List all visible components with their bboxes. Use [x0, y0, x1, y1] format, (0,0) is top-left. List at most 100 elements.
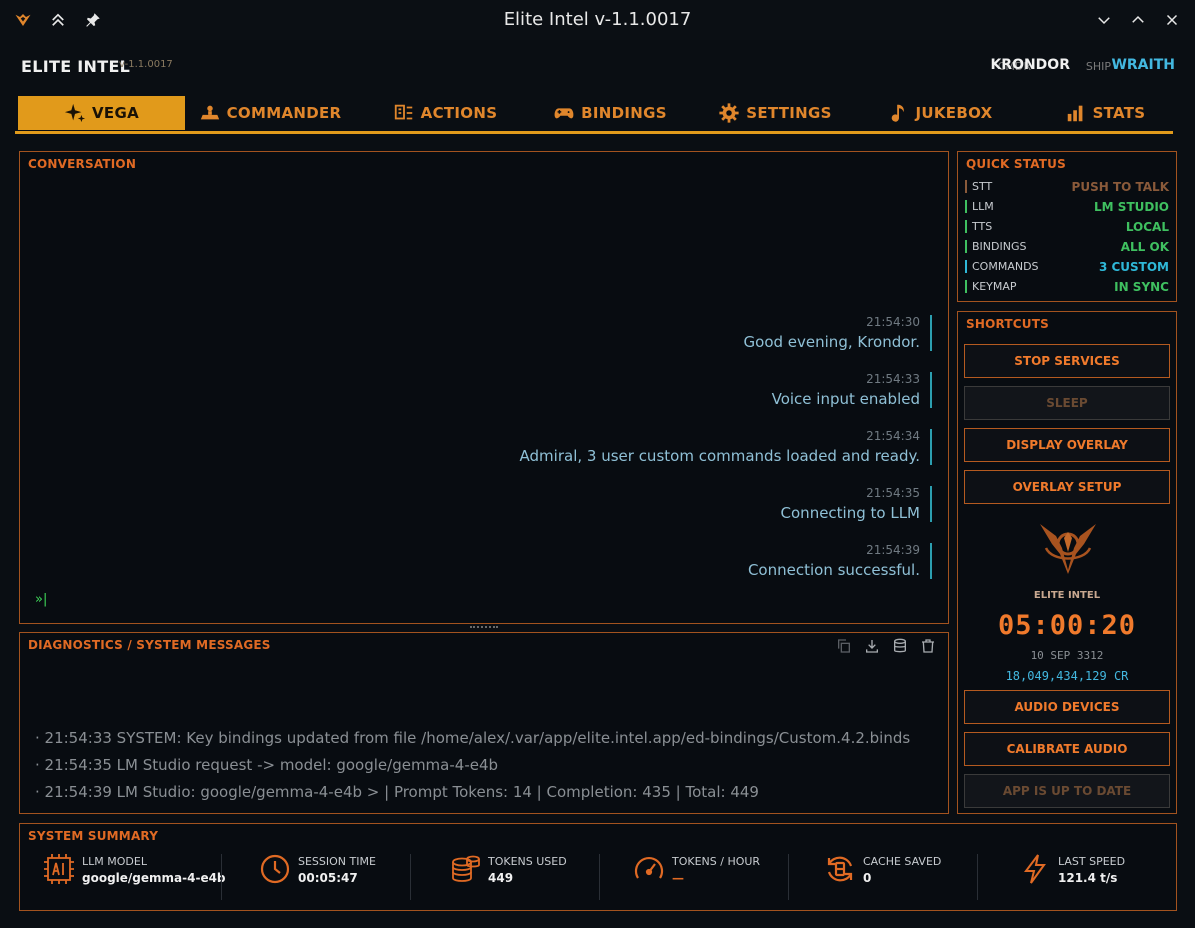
summary-value: 449: [488, 871, 514, 885]
conversation-title: CONVERSATION: [28, 157, 137, 171]
status-row-commands: COMMANDS 3 CUSTOM: [965, 259, 1169, 275]
summary-value: 0: [863, 871, 872, 885]
status-key: COMMANDS: [972, 260, 1039, 273]
title-bar: Elite Intel v-1.1.0017: [0, 0, 1195, 40]
diagnostics-panel: DIAGNOSTICS / SYSTEM MESSAGES · 21:54:33…: [19, 632, 949, 814]
diagnostics-title: DIAGNOSTICS / SYSTEM MESSAGES: [28, 638, 271, 652]
tab-stats[interactable]: STATS: [1040, 96, 1170, 130]
chat-input[interactable]: »|: [35, 592, 47, 607]
shortcuts-panel: SHORTCUTS STOP SERVICES SLEEP DISPLAY OV…: [957, 311, 1177, 814]
status-value: IN SYNC: [1114, 280, 1169, 294]
status-key: BINDINGS: [972, 240, 1027, 253]
tab-commander[interactable]: COMMANDER: [195, 96, 345, 130]
chat-message: 21:54:35 Connecting to LLM: [781, 486, 932, 522]
main-tabs: VEGA COMMANDER ACTIONS BINDINGS SETTINGS…: [15, 94, 1173, 134]
trash-icon[interactable]: [920, 638, 936, 654]
lightning-icon: [1024, 854, 1046, 884]
tab-vega[interactable]: VEGA: [18, 96, 185, 130]
message-time: 21:54:39: [866, 543, 920, 557]
diagnostics-toolbar: [836, 638, 936, 654]
copy-icon[interactable]: [836, 638, 852, 654]
download-icon[interactable]: [864, 638, 880, 654]
status-key: LLM: [972, 200, 994, 213]
quick-status-title: QUICK STATUS: [966, 157, 1066, 171]
status-value: 3 CUSTOM: [1098, 260, 1169, 274]
message-time: 21:54:30: [866, 315, 920, 329]
system-summary-panel: SYSTEM SUMMARY LLM MODEL google/gemma-4-…: [19, 823, 1177, 911]
status-key: TTS: [972, 220, 993, 233]
maximize-icon[interactable]: [1125, 8, 1151, 32]
app-update-button[interactable]: APP IS UP TO DATE: [964, 774, 1170, 808]
sleep-button[interactable]: SLEEP: [964, 386, 1170, 420]
coins-icon: [452, 855, 480, 882]
status-key: STT: [972, 180, 993, 193]
summary-divider: [788, 854, 789, 900]
display-overlay-button[interactable]: DISPLAY OVERLAY: [964, 428, 1170, 462]
message-text: Voice input enabled: [771, 390, 920, 408]
status-row-tts: TTS LOCAL: [965, 219, 1169, 235]
status-row-llm: LLM LM STUDIO: [965, 199, 1169, 215]
status-indicator: [965, 220, 967, 233]
commander-icon: [200, 105, 219, 120]
calibrate-audio-button[interactable]: CALIBRATE AUDIO: [964, 732, 1170, 766]
chat-message: 21:54:39 Connection successful.: [748, 543, 932, 579]
summary-label: CACHE SAVED: [863, 855, 942, 868]
summary-value: —: [672, 871, 684, 885]
app-version: v-1.1.0017: [119, 59, 173, 70]
summary-value: 121.4 t/s: [1058, 871, 1118, 885]
close-icon[interactable]: [1159, 8, 1185, 32]
status-indicator: [965, 280, 967, 293]
gamepad-icon: [554, 108, 574, 119]
tab-label: SETTINGS: [746, 104, 832, 122]
status-indicator: [965, 180, 967, 193]
status-key: KEYMAP: [972, 280, 1017, 293]
app-name: ELITE INTEL: [21, 57, 131, 76]
status-row-keymap: KEYMAP IN SYNC: [965, 279, 1169, 295]
splitter-handle[interactable]: [470, 626, 498, 629]
credits-balance: 18,049,434,129 CR: [1005, 669, 1129, 683]
diagnostic-line: · 21:54:33 SYSTEM: Key bindings updated …: [35, 729, 911, 747]
bar-chart-icon: [1067, 105, 1082, 122]
clock-icon: [260, 854, 290, 884]
cache-icon: [827, 856, 853, 882]
overlay-setup-button[interactable]: OVERLAY SETUP: [964, 470, 1170, 504]
status-indicator: [965, 240, 967, 253]
window-title: Elite Intel v-1.1.0017: [503, 9, 692, 30]
message-time: 21:54:34: [866, 429, 920, 443]
audio-devices-button[interactable]: AUDIO DEVICES: [964, 690, 1170, 724]
summary-label: TOKENS USED: [488, 855, 567, 868]
status-indicator: [965, 260, 967, 273]
summary-divider: [599, 854, 600, 900]
tab-jukebox[interactable]: JUKEBOX: [870, 96, 1010, 130]
status-value: ALL OK: [1120, 240, 1169, 254]
tab-actions[interactable]: ACTIONS: [375, 96, 515, 130]
summary-value: 00:05:47: [298, 871, 358, 885]
chat-message: 21:54:34 Admiral, 3 user custom commands…: [520, 429, 932, 465]
summary-divider: [410, 854, 411, 900]
message-text: Connecting to LLM: [780, 504, 920, 522]
sparkle-icon: [64, 103, 86, 123]
stop-services-button[interactable]: STOP SERVICES: [964, 344, 1170, 378]
summary-label: TOKENS / HOUR: [672, 855, 761, 868]
message-time: 21:54:33: [866, 372, 920, 386]
system-summary-title: SYSTEM SUMMARY: [28, 829, 159, 843]
diagnostic-line: · 21:54:39 LM Studio: google/gemma-4-e4b…: [35, 783, 759, 801]
message-text: Good evening, Krondor.: [743, 333, 920, 351]
music-note-icon: [891, 104, 904, 122]
chat-message: 21:54:33 Voice input enabled: [772, 372, 932, 408]
status-row-stt: STT PUSH TO TALK: [965, 179, 1169, 195]
diagnostic-line: · 21:54:35 LM Studio request -> model: g…: [35, 756, 499, 774]
ai-chip-icon: [44, 854, 74, 884]
summary-label: LLM MODEL: [82, 855, 147, 868]
summary-value: google/gemma-4-e4b: [82, 871, 226, 885]
minimize-icon[interactable]: [1091, 8, 1117, 32]
tab-settings[interactable]: SETTINGS: [705, 96, 845, 130]
database-icon[interactable]: [892, 638, 908, 654]
summary-label: LAST SPEED: [1058, 855, 1126, 868]
actions-icon: [394, 104, 412, 120]
game-clock: 05:00:20: [997, 610, 1137, 641]
status-row-bindings: BINDINGS ALL OK: [965, 239, 1169, 255]
message-text: Admiral, 3 user custom commands loaded a…: [519, 447, 920, 465]
tab-bindings[interactable]: BINDINGS: [535, 96, 685, 130]
gauge-icon: [634, 857, 664, 879]
